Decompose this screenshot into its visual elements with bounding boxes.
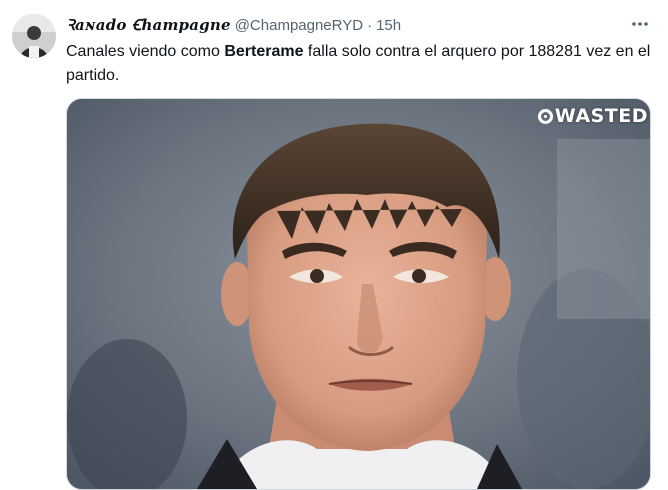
watermark: WASTED	[537, 105, 648, 127]
watermark-text: WASTED	[554, 105, 648, 127]
avatar[interactable]	[12, 14, 56, 58]
more-horizontal-icon[interactable]	[628, 14, 652, 34]
tweet-card[interactable]: Ꝛaɴado Ꞓhampagne @ChampagneRYD · 15h Can…	[0, 0, 668, 490]
separator-dot: ·	[367, 16, 373, 34]
tweet-media[interactable]: WASTED	[66, 98, 651, 490]
tweet-text: Canales viendo como Berterame falla solo…	[66, 40, 651, 88]
user-handle[interactable]: @ChampagneRYD	[235, 17, 363, 34]
timestamp[interactable]: 15h	[376, 17, 401, 34]
wasted-logo-icon	[537, 108, 553, 124]
tweet-text-bold[interactable]: Berterame	[224, 43, 303, 60]
display-name[interactable]: Ꝛaɴado Ꞓhampagne	[66, 15, 231, 35]
media-image	[67, 99, 650, 489]
tweet-header: Ꝛaɴado Ꞓhampagne @ChampagneRYD · 15h	[66, 14, 401, 36]
tweet-text-start: Canales viendo como	[66, 43, 225, 60]
